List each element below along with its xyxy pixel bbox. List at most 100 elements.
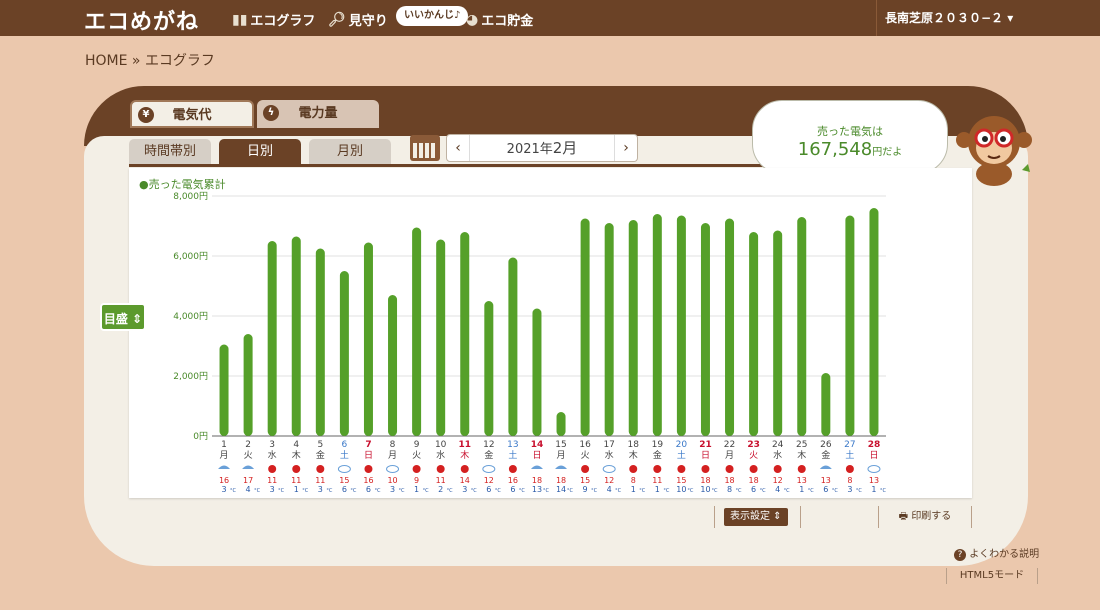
bar	[869, 208, 879, 436]
app-logo[interactable]: エコめがね	[84, 4, 199, 36]
sun-icon	[268, 465, 277, 473]
temp-low-label: 3	[270, 485, 275, 494]
x-tick-label: 19	[652, 440, 664, 450]
temp-unit-label: °C	[399, 488, 406, 494]
weekday-label: 土	[508, 449, 517, 461]
x-tick-label: 20	[676, 440, 688, 450]
daily-bar-chart: 0円2,000円4,000円6,000円8,000円1月163 °C2火174 °C…	[173, 191, 887, 494]
sold-electricity-bubble: 売った電気は 167,548円だよ	[752, 100, 948, 174]
temp-high-label: 16	[219, 476, 229, 485]
scale-button-label: 目盛	[103, 312, 128, 326]
tab-electricity-cost-label: 電気代	[172, 108, 212, 123]
help-label: よくわかる説明	[969, 549, 1040, 560]
temp-high-label: 18	[724, 476, 734, 485]
x-tick-label: 11	[458, 440, 471, 450]
temp-unit-label: °C	[687, 488, 694, 494]
umbrella-icon	[819, 465, 832, 469]
weekday-label: 月	[725, 450, 734, 461]
print-button[interactable]: 🖶︎ 印刷する	[878, 506, 972, 528]
x-tick-label: 14	[531, 440, 544, 450]
bar	[604, 223, 614, 436]
x-tick-label: 26	[820, 440, 832, 450]
bar	[291, 236, 301, 436]
html5-mode-link[interactable]: HTML5モード	[946, 568, 1038, 584]
weekday-label: 金	[484, 449, 493, 461]
temp-low-label: 2	[438, 485, 443, 494]
bar	[628, 220, 638, 436]
temp-low-label: 1	[631, 485, 636, 494]
temp-unit-label: °C	[808, 488, 815, 494]
temp-high-label: 15	[580, 476, 590, 485]
temp-unit-label: °C	[615, 488, 622, 494]
prev-month-button[interactable]: ‹	[447, 135, 469, 161]
weekday-label: 火	[749, 450, 758, 461]
x-tick-label: 24	[772, 440, 784, 450]
temp-unit-label: °C	[663, 488, 670, 494]
temp-high-label: 12	[604, 476, 614, 485]
sun-icon	[701, 465, 710, 473]
temp-low-label: 6	[751, 485, 756, 494]
nav-watch-label: 見守り	[348, 14, 388, 29]
nav-eco-graph[interactable]: ▮▮ エコグラフ	[232, 10, 316, 30]
temp-high-label: 11	[267, 476, 277, 485]
temp-unit-label: °C	[880, 488, 887, 494]
user-name: 長南芝原２０３０−２	[885, 11, 1004, 25]
weekday-label: 水	[268, 449, 277, 461]
weekday-label: 月	[557, 450, 566, 461]
tab-monthly[interactable]: 月別	[309, 139, 391, 165]
tab-electricity-amount[interactable]: ϟ 電力量	[257, 100, 379, 128]
x-tick-label: 25	[796, 440, 807, 450]
weekday-label: 金	[821, 449, 830, 461]
y-tick-label: 8,000円	[173, 191, 208, 202]
tab-hourly[interactable]: 時間帯別	[129, 139, 211, 165]
next-month-button[interactable]: ›	[615, 135, 637, 161]
breadcrumb[interactable]: HOME » エコグラフ	[85, 50, 215, 70]
sun-icon	[508, 465, 517, 473]
piggy-coin-icon: ◕	[466, 11, 479, 28]
bar	[725, 218, 735, 436]
status-bubble: いいかんじ♪	[396, 6, 469, 26]
temp-high-label: 16	[508, 476, 518, 485]
help-link[interactable]: ? よくわかる説明	[954, 545, 1039, 561]
bar	[484, 301, 494, 436]
tab-electricity-cost[interactable]: ¥ 電気代	[130, 100, 254, 128]
temp-unit-label: °C	[711, 488, 718, 494]
weekday-label: 土	[845, 449, 854, 461]
temp-high-label: 12	[484, 476, 494, 485]
bar	[363, 242, 373, 436]
bar	[749, 232, 759, 436]
sun-icon	[364, 465, 373, 473]
x-tick-label: 18	[628, 440, 640, 450]
x-tick-label: 7	[365, 440, 371, 450]
weekday-label: 水	[605, 449, 614, 461]
temp-high-label: 18	[749, 476, 759, 485]
bar	[676, 215, 686, 436]
temp-low-label: 8	[727, 485, 732, 494]
temp-unit-label: °C	[278, 488, 285, 494]
temp-high-label: 10	[387, 476, 397, 485]
display-settings-label: 表示設定	[730, 511, 770, 522]
current-date[interactable]: 2021年2月	[469, 135, 615, 161]
bar	[532, 308, 542, 436]
nav-watch[interactable]: 🔎︎ 見守り	[328, 10, 388, 30]
cloud-icon	[867, 465, 881, 473]
temp-high-label: 16	[363, 476, 373, 485]
tab-daily[interactable]: 日別	[219, 139, 301, 165]
nav-eco-graph-label: エコグラフ	[250, 14, 316, 29]
bar-chart-icon: ▮▮	[232, 11, 248, 28]
weekday-label: 日	[532, 450, 541, 461]
calendar-icon[interactable]	[410, 135, 440, 161]
temp-low-label: 3	[390, 485, 395, 494]
lightning-icon: ϟ	[263, 105, 279, 121]
temp-unit-label: °C	[374, 488, 381, 494]
sun-icon	[316, 465, 325, 473]
bar	[388, 295, 398, 436]
temp-low-label: 3	[847, 485, 852, 494]
nav-eco-savings[interactable]: ◕ エコ貯金	[466, 10, 533, 30]
display-settings-button[interactable]: 表示設定 ⇕	[724, 508, 788, 526]
temp-low-label: 1	[294, 485, 299, 494]
sun-icon	[460, 465, 469, 473]
print-label: 印刷する	[911, 511, 952, 522]
temp-high-label: 8	[847, 476, 852, 485]
user-menu[interactable]: 長南芝原２０３０−２ ▾	[876, 0, 1100, 36]
